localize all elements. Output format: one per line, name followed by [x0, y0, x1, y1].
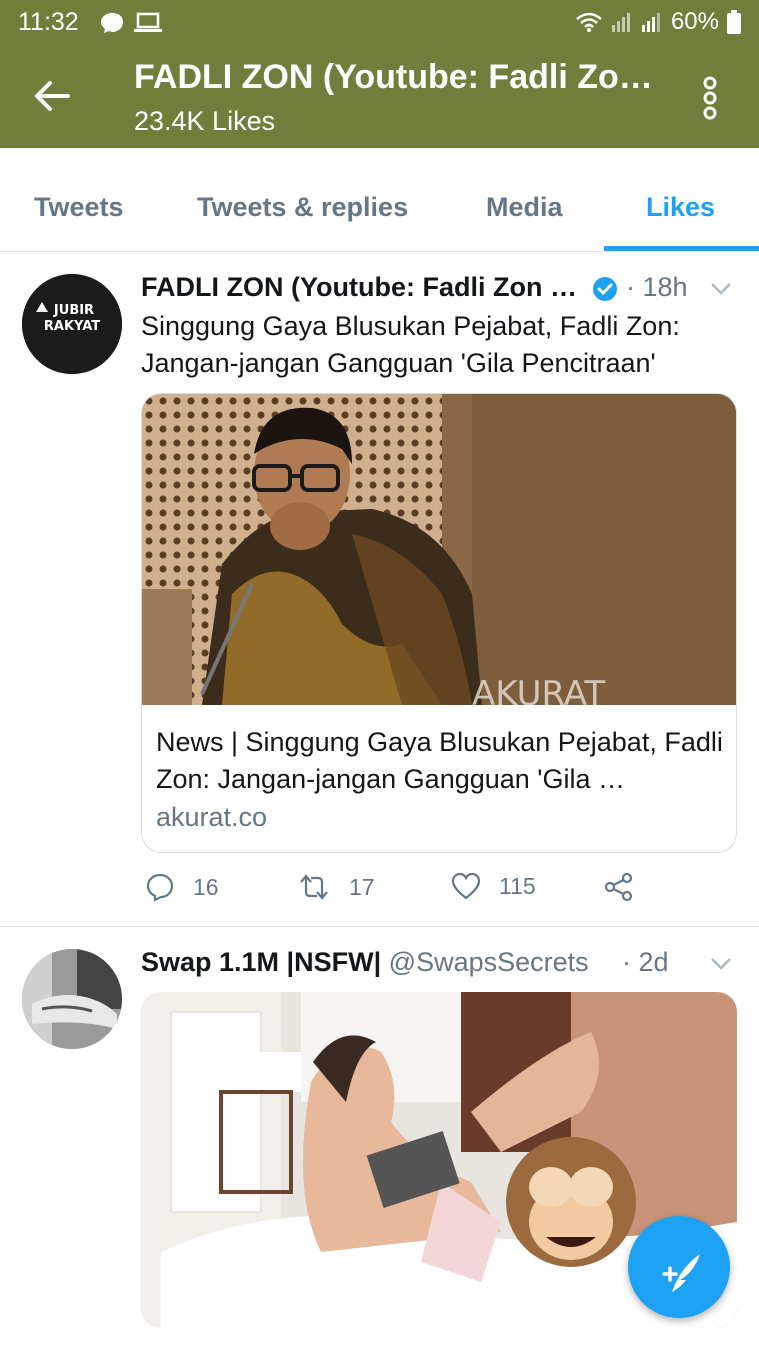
status-time: 11:32	[18, 8, 79, 36]
link-card[interactable]: AKURAT News | Singgung Gaya Blusukan Pej…	[141, 393, 737, 853]
tweet-divider	[0, 926, 759, 927]
avatar-image	[22, 949, 122, 1049]
likes-count: 23.4K Likes	[134, 106, 276, 136]
author-name[interactable]: FADLI ZON (Youtube: Fadli Zon …	[141, 272, 577, 303]
svg-text:JUBIR: JUBIR	[53, 303, 94, 318]
svg-text:RAKYAT: RAKYAT	[44, 319, 100, 334]
more-options-icon[interactable]	[700, 76, 720, 120]
avatar[interactable]	[22, 949, 122, 1049]
tweet-time: · 18h	[626, 272, 688, 302]
retweet-button[interactable]: 17	[297, 872, 375, 902]
card-domain: akurat.co	[156, 802, 268, 832]
tweet-text: Singgung Gaya Blusukan Pejabat, Fadli Zo…	[141, 311, 680, 378]
verified-badge-icon	[593, 277, 617, 301]
battery-icon	[727, 10, 741, 34]
card-title: News | Singgung Gaya Blusukan Pejabat, F…	[156, 727, 723, 794]
chevron-down-icon[interactable]	[710, 957, 732, 971]
app-bar: FADLI ZON (Youtube: Fadli Zo… 23.4K Like…	[0, 46, 759, 148]
share-icon	[604, 872, 633, 902]
tab-media[interactable]: Media	[486, 192, 563, 223]
active-tab-indicator	[604, 246, 759, 251]
signal-icon-2	[641, 13, 660, 32]
tab-tweets-replies[interactable]: Tweets & replies	[197, 192, 408, 223]
avatar[interactable]: JUBIR RAKYAT	[22, 274, 122, 374]
tab-tweets[interactable]: Tweets	[34, 192, 124, 223]
retweet-count: 17	[349, 873, 375, 900]
card-image: AKURAT	[142, 394, 736, 705]
like-button[interactable]: 115	[451, 872, 536, 900]
signal-icon	[611, 13, 630, 32]
svg-text:AKURAT: AKURAT	[472, 674, 605, 705]
reply-icon	[146, 873, 174, 902]
retweet-icon	[300, 874, 328, 900]
compose-tweet-button[interactable]	[628, 1216, 730, 1318]
chevron-down-icon[interactable]	[710, 282, 732, 296]
profile-tabs: Tweets Tweets & replies Media Likes	[0, 148, 759, 252]
compose-feather-icon	[662, 1254, 700, 1292]
status-bar: 11:32 60%	[0, 0, 759, 46]
reply-button[interactable]: 16	[145, 872, 219, 902]
share-button[interactable]	[603, 872, 635, 902]
wifi-icon	[576, 12, 602, 32]
laptop-icon	[134, 12, 162, 32]
like-count: 115	[499, 872, 536, 899]
avatar-logo: JUBIR RAKYAT	[22, 274, 122, 374]
battery-percent: 60%	[670, 8, 719, 35]
tweet-time: · 2d	[622, 947, 669, 977]
author-name[interactable]: Swap 1.1M |NSFW| @SwapsSecrets	[141, 947, 589, 978]
tweet-actions: 16 17 115	[141, 872, 741, 912]
reply-count: 16	[193, 873, 219, 900]
chat-bubble-icon	[101, 13, 123, 33]
heart-icon	[451, 872, 481, 900]
page-title: FADLI ZON (Youtube: Fadli Zo…	[134, 58, 653, 96]
back-arrow-icon[interactable]	[32, 76, 72, 116]
author-handle: @SwapsSecrets	[388, 947, 589, 977]
tab-likes[interactable]: Likes	[646, 192, 715, 223]
